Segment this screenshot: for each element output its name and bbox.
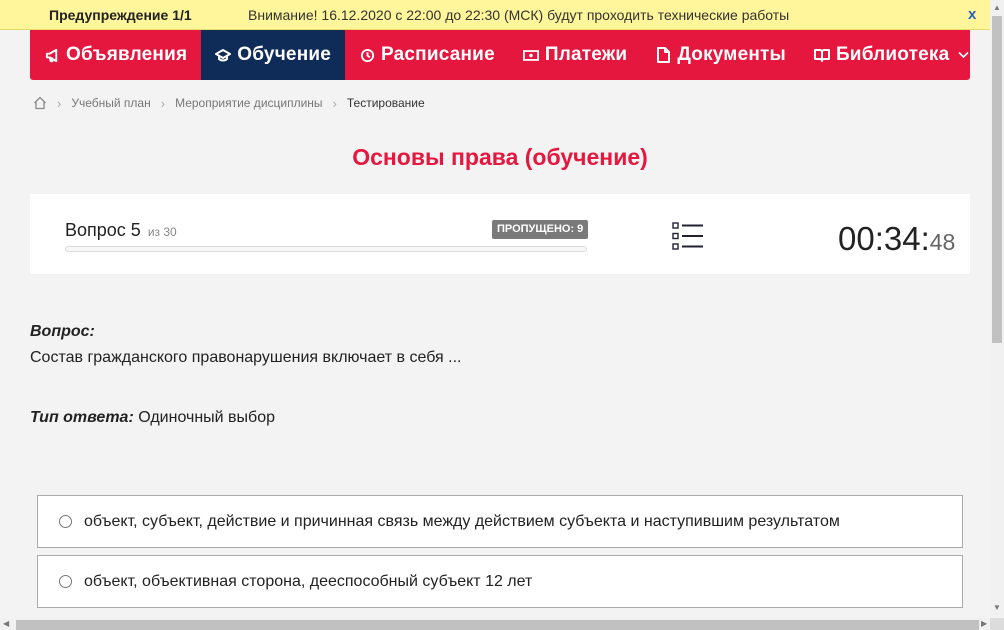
nav-item-announcements[interactable]: Объявления bbox=[30, 30, 201, 80]
nav-label-schedule: Расписание bbox=[381, 44, 495, 65]
question-counter: Вопрос 5 из 30 bbox=[65, 220, 177, 241]
graduation-cap-icon bbox=[215, 47, 232, 63]
question-total: из 30 bbox=[147, 225, 177, 239]
nav-label-library: Библиотека bbox=[835, 44, 950, 65]
progress-bar bbox=[65, 246, 587, 252]
warning-text: Внимание! 16.12.2020 с 22:00 до 22:30 (М… bbox=[248, 7, 790, 23]
nav-item-library[interactable]: Библиотека bbox=[800, 30, 983, 80]
answer-option[interactable]: объект, субъект, действие и причинная св… bbox=[37, 495, 963, 548]
answer-option-text: объект, субъект, действие и причинная св… bbox=[84, 512, 840, 530]
breadcrumb-item-discipline-event[interactable]: Мероприятие дисциплины bbox=[175, 96, 322, 110]
nav-label-documents: Документы bbox=[677, 44, 786, 65]
radio-button[interactable] bbox=[59, 575, 72, 588]
timer-seconds: 48 bbox=[929, 229, 956, 255]
skipped-badge: ПРОПУЩЕНО: 9 bbox=[492, 220, 589, 239]
horizontal-scroll-thumb[interactable] bbox=[16, 620, 979, 630]
nav-item-schedule[interactable]: Расписание bbox=[345, 30, 509, 80]
timer: 00:34:48 bbox=[838, 220, 955, 258]
scrollbar-corner bbox=[990, 618, 1004, 630]
book-icon bbox=[813, 47, 830, 63]
scroll-up-arrow-icon[interactable]: ▲ bbox=[993, 3, 1001, 12]
breadcrumb: › Учебный план › Мероприятие дисциплины … bbox=[33, 94, 425, 112]
megaphone-icon bbox=[44, 47, 60, 63]
radio-button[interactable] bbox=[59, 515, 72, 528]
vertical-scroll-thumb[interactable] bbox=[992, 16, 1002, 343]
scroll-right-arrow-icon[interactable]: ▶ bbox=[981, 619, 987, 628]
scroll-left-arrow-icon[interactable]: ◀ bbox=[3, 619, 9, 628]
document-icon bbox=[655, 47, 671, 63]
answer-type-label: Тип ответа: bbox=[30, 409, 134, 426]
scroll-down-arrow-icon[interactable]: ▼ bbox=[993, 603, 1001, 612]
warning-close-button[interactable]: x bbox=[968, 6, 976, 23]
breadcrumb-item-current: Тестирование bbox=[346, 96, 425, 110]
nav-label-education: Обучение bbox=[237, 44, 332, 65]
money-icon bbox=[522, 47, 539, 63]
breadcrumb-item-curriculum[interactable]: Учебный план bbox=[71, 96, 150, 110]
question-heading: Вопрос: bbox=[30, 323, 95, 340]
breadcrumb-separator-icon: › bbox=[57, 95, 62, 111]
breadcrumb-separator-icon: › bbox=[160, 95, 166, 111]
answer-option-text: объект, объективная сторона, дееспособны… bbox=[84, 572, 533, 590]
answer-option[interactable]: объект, объективная сторона, дееспособны… bbox=[37, 555, 963, 608]
warning-count: Предупреждение 1/1 bbox=[49, 7, 192, 23]
nav-item-education[interactable]: Обучение bbox=[201, 30, 346, 80]
main-nav: Объявления Обучение Расписание Платежи Д… bbox=[30, 30, 970, 80]
timer-main: 00:34: bbox=[838, 220, 930, 257]
nav-item-documents[interactable]: Документы bbox=[641, 30, 800, 80]
clock-icon bbox=[359, 47, 375, 63]
horizontal-scrollbar[interactable]: ◀ ▶ bbox=[0, 618, 990, 630]
warning-bar: Предупреждение 1/1 Внимание! 16.12.2020 … bbox=[0, 0, 990, 30]
breadcrumb-separator-icon: › bbox=[332, 95, 337, 111]
nav-label-announcements: Объявления bbox=[66, 44, 188, 65]
quiz-status-panel: Вопрос 5 из 30 ПРОПУЩЕНО: 9 00:34:48 bbox=[30, 194, 970, 274]
vertical-scrollbar[interactable]: ▲ ▼ bbox=[990, 0, 1004, 618]
page-title: Основы права (обучение) bbox=[352, 144, 648, 170]
nav-item-payments[interactable]: Платежи bbox=[509, 30, 641, 80]
nav-label-payments: Платежи bbox=[544, 44, 628, 65]
question-text: Состав гражданского правонарушения включ… bbox=[30, 349, 462, 366]
answer-type-value: Одиночный выбор bbox=[138, 409, 275, 426]
home-icon[interactable] bbox=[33, 96, 47, 110]
answer-type: Тип ответа: Одиночный выбор bbox=[30, 409, 275, 427]
chevron-down-icon bbox=[958, 48, 969, 62]
question-number: Вопрос 5 bbox=[65, 220, 141, 240]
question-list-icon[interactable] bbox=[672, 222, 704, 250]
